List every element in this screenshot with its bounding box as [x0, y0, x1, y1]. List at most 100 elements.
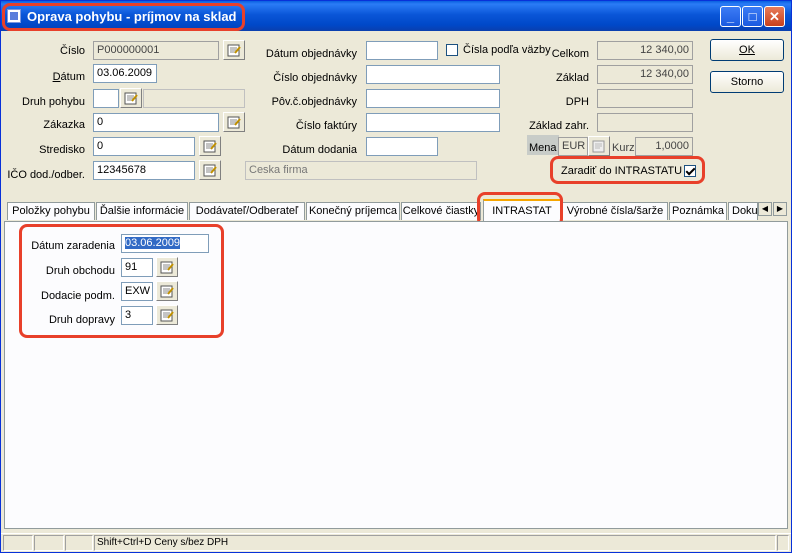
druh-dopravy-lookup-button[interactable] [156, 305, 178, 325]
zaklad-zahr-label: Základ zahr. [529, 120, 589, 132]
notepad-icon [124, 92, 138, 105]
tab-dodavatel-odberatel[interactable]: Dodávateľ/Odberateľ [189, 202, 305, 220]
storno-button-label: Storno [730, 76, 764, 88]
druh-obchodu-lookup-button[interactable] [156, 257, 178, 277]
dodacie-podm-field[interactable]: EXW [121, 282, 153, 301]
minimize-icon: _ [726, 9, 735, 24]
datum-label: Dátum [52, 71, 85, 83]
notepad-icon [203, 164, 217, 177]
tab-konecny-prijemca[interactable]: Konečný príjemca [306, 202, 400, 220]
cislo-faktury-field[interactable] [366, 113, 500, 132]
datum-zaradenia-value: 03.06.2009 [125, 237, 181, 249]
zakazka-lookup-button[interactable] [223, 112, 245, 132]
ok-button[interactable]: OK [710, 39, 784, 61]
cislo-objednavky-label: Číslo objednávky [273, 72, 357, 84]
mena-lookup-button [588, 136, 610, 156]
tab-poznamka[interactable]: Poznámka [669, 202, 727, 220]
datum-zaradenia-field[interactable]: 03.06.2009 [121, 234, 209, 253]
dodacie-podm-lookup-button[interactable] [156, 281, 178, 301]
status-cell-3 [65, 535, 93, 551]
ico-label: IČO dod./odber. [7, 169, 85, 181]
dph-label: DPH [565, 96, 589, 108]
zakazka-field[interactable]: 0 [93, 113, 219, 132]
datum-objednavky-label: Dátum objednávky [265, 48, 357, 60]
cisla-podla-vazby-checkbox[interactable] [446, 44, 458, 56]
zaklad-label: Základ [555, 72, 589, 84]
cisla-podla-vazby-label: Čísla podľa väzby [463, 44, 551, 56]
notepad-icon [160, 285, 174, 298]
zaklad-field: 12 340,00 [597, 65, 693, 84]
druh-pohybu-lookup-button[interactable] [120, 88, 142, 108]
notepad-icon [160, 309, 174, 322]
druh-obchodu-label: Druh obchodu [45, 265, 115, 277]
zaradit-intrastat-checkbox[interactable] [684, 165, 696, 177]
notepad-icon [203, 140, 217, 153]
dodacie-podm-label: Dodacie podm. [41, 290, 115, 302]
druh-obchodu-field[interactable]: 91 [121, 258, 153, 277]
stredisko-label: Stredisko [39, 144, 85, 156]
status-bar: Shift+Ctrl+D Ceny s/bez DPH [1, 533, 791, 552]
tab-celkove-ciastky[interactable]: Celkové čiastky [401, 202, 481, 220]
ico-lookup-button[interactable] [199, 160, 221, 180]
zaklad-zahr-field [597, 113, 693, 132]
tab-vyrobne-cisla[interactable]: Výrobné čísla/šarže [562, 202, 668, 220]
tab-polozky-pohybu[interactable]: Položky pohybu [7, 202, 95, 220]
maximize-button[interactable]: □ [742, 6, 763, 27]
tab-intrastat[interactable]: INTRASTAT [483, 199, 561, 222]
druh-dopravy-label: Druh dopravy [48, 314, 115, 326]
zaradit-intrastat-label: Zaradiť do INTRASTATU [561, 165, 683, 177]
datum-objednavky-field[interactable] [366, 41, 438, 60]
status-cell-2 [34, 535, 64, 551]
tab-scroll-left-button[interactable]: ◀ [758, 202, 772, 216]
kurz-field: 1,0000 [635, 137, 693, 156]
pov-objednavky-label: Pôv.č.objednávky [271, 96, 357, 108]
maximize-icon: □ [748, 9, 757, 24]
resize-grip[interactable] [777, 535, 789, 551]
cislo-faktury-label: Číslo faktúry [295, 120, 357, 132]
stredisko-field[interactable]: 0 [93, 137, 195, 156]
kurz-label: Kurz [612, 142, 635, 154]
tab-dokumenty[interactable]: Doku [728, 202, 758, 220]
notepad-icon [160, 261, 174, 274]
datum-field[interactable]: 03.06.2009 [93, 64, 157, 83]
mena-field: EUR [558, 137, 588, 156]
cislo-field[interactable]: P000000001 [93, 41, 219, 60]
notepad-icon [592, 140, 605, 153]
datum-dodania-field[interactable] [366, 137, 438, 156]
mena-label: Mena [529, 142, 557, 154]
dph-field [597, 89, 693, 108]
title-bar[interactable]: Oprava pohybu - príjmov na sklad _ □ ✕ [1, 1, 791, 31]
tab-scroll-right-button[interactable]: ▶ [773, 202, 787, 216]
minimize-button[interactable]: _ [720, 6, 741, 27]
datum-dodania-label: Dátum dodania [282, 144, 357, 156]
tab-strip: Položky pohybu Ďalšie informácie Dodávat… [4, 199, 788, 223]
druh-pohybu-desc [143, 89, 245, 108]
dialog-window: Oprava pohybu - príjmov na sklad _ □ ✕ Č… [0, 0, 792, 553]
pov-objednavky-field[interactable] [366, 89, 500, 108]
stredisko-lookup-button[interactable] [199, 136, 221, 156]
notepad-icon [227, 116, 241, 129]
ok-button-label: OK [739, 44, 755, 56]
intrastat-panel: Dátum zaradenia 03.06.2009 Druh obchodu … [4, 221, 788, 529]
cislo-label: Číslo [59, 45, 85, 57]
storno-button[interactable]: Storno [710, 71, 784, 93]
tab-dalsie-informacie[interactable]: Ďalšie informácie [96, 202, 188, 220]
close-button[interactable]: ✕ [764, 6, 785, 27]
druh-dopravy-field[interactable]: 3 [121, 306, 153, 325]
close-icon: ✕ [769, 9, 780, 24]
arrow-left-icon: ◀ [761, 204, 769, 213]
notepad-icon [227, 44, 241, 57]
cislo-objednavky-field[interactable] [366, 65, 500, 84]
window-title: Oprava pohybu - príjmov na sklad [27, 9, 237, 24]
zakazka-label: Zákazka [43, 119, 85, 131]
druh-pohybu-field[interactable] [93, 89, 119, 108]
celkom-label: Celkom [551, 48, 589, 60]
status-hint: Shift+Ctrl+D Ceny s/bez DPH [94, 535, 776, 551]
druh-pohybu-label: Druh pohybu [22, 96, 85, 108]
arrow-right-icon: ▶ [776, 204, 784, 213]
ico-field[interactable]: 12345678 [93, 161, 195, 180]
app-icon [7, 9, 21, 23]
status-cell-1 [3, 535, 33, 551]
cislo-lookup-button[interactable] [223, 40, 245, 60]
celkom-field: 12 340,00 [597, 41, 693, 60]
